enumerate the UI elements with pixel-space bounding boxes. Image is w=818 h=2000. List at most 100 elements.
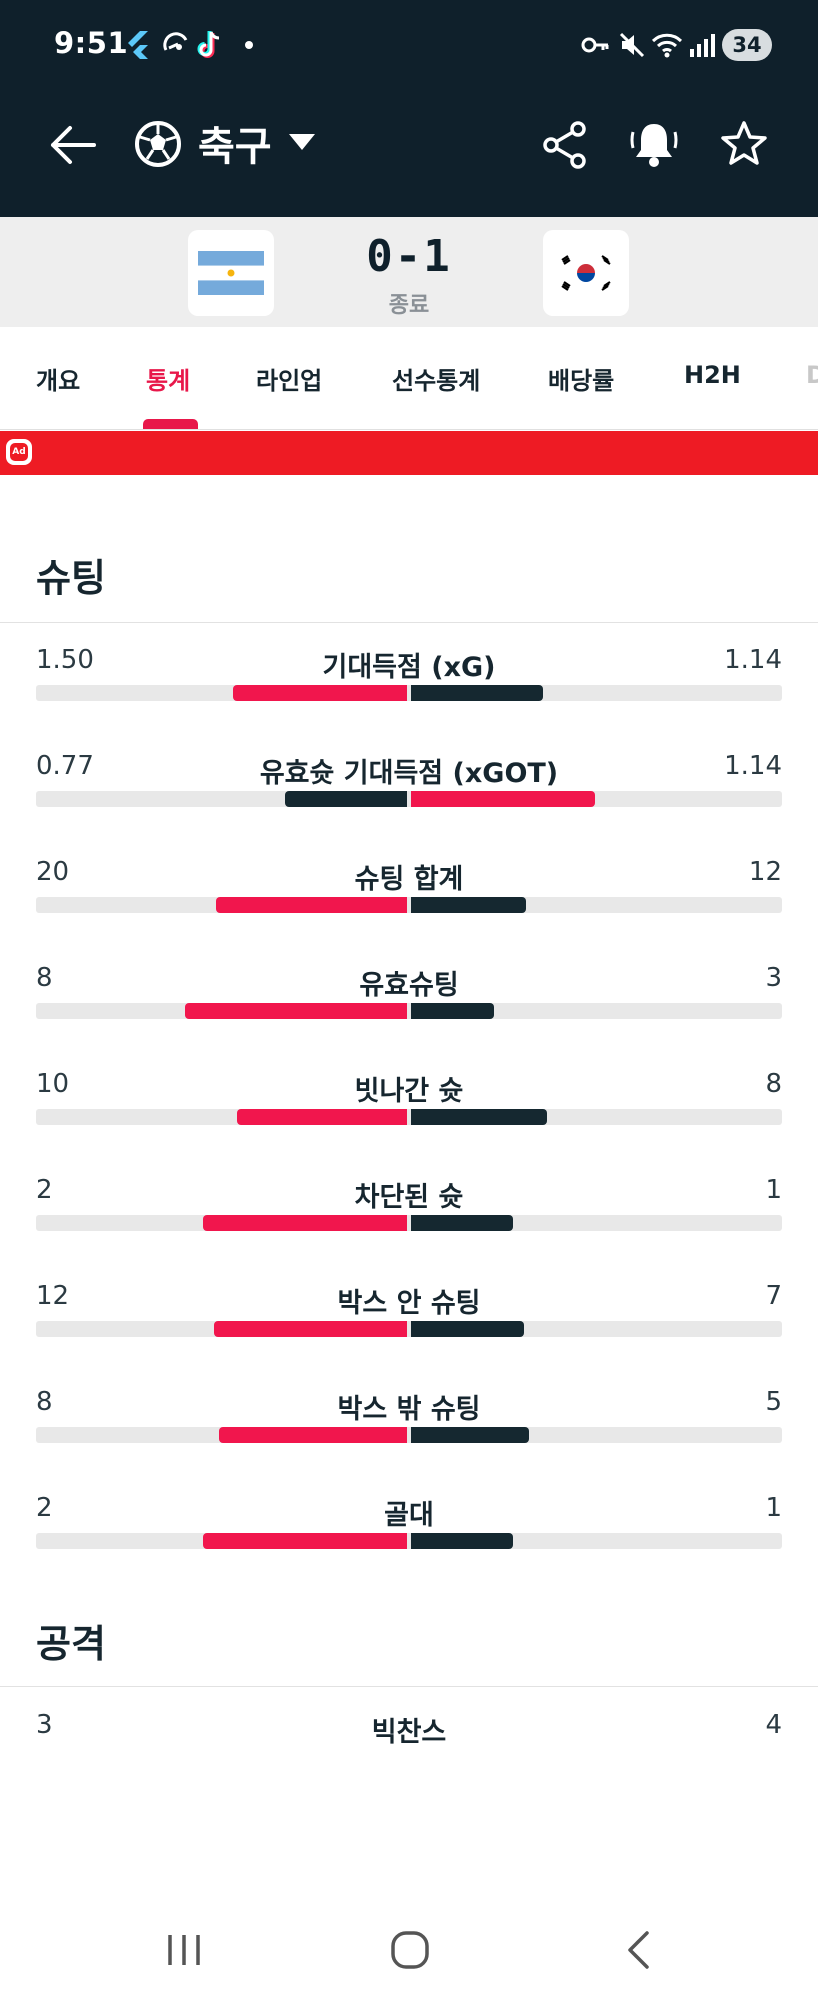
stat-label: 슈팅 합계 bbox=[354, 864, 464, 895]
back-nav-icon[interactable] bbox=[616, 1928, 660, 1972]
stat-row: 8 유효슈팅 3 bbox=[36, 963, 782, 1069]
stat-label: 유효슈팅 bbox=[359, 970, 459, 1001]
recent-apps-icon[interactable] bbox=[162, 1928, 206, 1972]
stat-row-big-chances: 3 빅찬스 4 bbox=[36, 1710, 782, 1816]
speed-app-icon bbox=[162, 28, 192, 62]
stat-away-value: 8 bbox=[765, 1069, 782, 1099]
stat-bar-home bbox=[214, 1321, 407, 1337]
system-nav-bar bbox=[0, 1900, 818, 2000]
away-team-flag[interactable] bbox=[543, 230, 629, 316]
stat-label: 박스 밖 슈팅 bbox=[337, 1394, 481, 1425]
mute-icon bbox=[618, 28, 646, 62]
stat-bar-track bbox=[36, 685, 782, 701]
stat-row: 2 골대 1 bbox=[36, 1493, 782, 1599]
tab-h2h[interactable]: H2H bbox=[684, 361, 741, 389]
stat-bar-away bbox=[411, 1533, 513, 1549]
stat-away-value: 7 bbox=[765, 1281, 782, 1311]
stat-row: 2 차단된 슛1 bbox=[36, 1175, 782, 1281]
match-score: 0-1 bbox=[366, 231, 452, 282]
ad-banner[interactable]: Ad bbox=[0, 431, 818, 475]
ad-badge-icon: Ad bbox=[6, 439, 32, 465]
wifi-icon bbox=[650, 28, 684, 62]
stat-bar-track bbox=[36, 1427, 782, 1443]
match-status: 종료 bbox=[388, 293, 430, 318]
stat-away-value: 3 bbox=[765, 963, 782, 993]
stat-label: 박스 안 슈팅 bbox=[337, 1288, 481, 1319]
stat-away-value: 12 bbox=[748, 857, 782, 887]
stat-bar-away bbox=[411, 1321, 524, 1337]
stat-bar-home bbox=[216, 897, 407, 913]
stat-bar-track bbox=[36, 1109, 782, 1125]
stat-row: 0.77 유효슛 기대득점 (xGOT) 1.14 bbox=[36, 751, 782, 857]
tiktok-icon bbox=[196, 28, 224, 62]
stat-bar-track bbox=[36, 897, 782, 913]
notification-dot-icon bbox=[244, 28, 254, 62]
stat-bar-track bbox=[36, 1003, 782, 1019]
battery-level: 34 bbox=[722, 29, 772, 61]
stat-bar-home bbox=[237, 1109, 407, 1125]
key-icon bbox=[580, 28, 610, 62]
tab-player-stats[interactable]: 선수통계 bbox=[392, 361, 480, 396]
stat-bar-away bbox=[411, 1003, 494, 1019]
stat-away-value: 5 bbox=[765, 1387, 782, 1417]
stat-away-value: 4 bbox=[765, 1710, 782, 1740]
stat-away-value: 1.14 bbox=[724, 751, 782, 781]
stat-bar-home bbox=[233, 685, 407, 701]
stat-bar-home bbox=[185, 1003, 407, 1019]
stat-bar-home bbox=[203, 1533, 407, 1549]
section-divider bbox=[0, 622, 818, 623]
favorite-star-icon[interactable] bbox=[718, 118, 770, 170]
home-icon[interactable] bbox=[388, 1928, 432, 1972]
tab-stats[interactable]: 통계 bbox=[146, 361, 190, 396]
section-title-shooting: 슈팅 bbox=[36, 556, 106, 600]
stat-bar-home bbox=[219, 1427, 407, 1443]
argentina-flag-icon bbox=[198, 251, 264, 295]
status-bar: 9:51 34 bbox=[0, 0, 818, 90]
match-score-header: 0-1 종료 bbox=[0, 217, 818, 327]
stat-label: 골대 bbox=[384, 1500, 434, 1531]
tab-more[interactable]: D bbox=[806, 361, 818, 389]
stat-row: 12 박스 안 슈팅 7 bbox=[36, 1281, 782, 1387]
tab-bar: 개요 통계 라인업 선수통계 배당률 H2H D bbox=[0, 327, 818, 430]
stat-bar-away bbox=[411, 791, 595, 807]
stat-away-value: 1 bbox=[765, 1175, 782, 1205]
south-korea-flag-icon bbox=[556, 252, 616, 294]
stat-row: 8 박스 밖 슈팅 5 bbox=[36, 1387, 782, 1493]
stat-row: 20 슈팅 합계 12 bbox=[36, 857, 782, 963]
tab-odds[interactable]: 배당률 bbox=[548, 361, 614, 396]
stat-bar-away bbox=[411, 685, 543, 701]
flutter-icon bbox=[126, 28, 152, 62]
stat-label: 유효슛 기대득점 (xGOT) bbox=[259, 758, 559, 789]
stat-label: 기대득점 (xG) bbox=[322, 652, 496, 683]
signal-icon bbox=[688, 28, 716, 62]
stat-bar-home bbox=[285, 791, 407, 807]
stat-bar-away bbox=[411, 1109, 547, 1125]
soccer-ball-icon[interactable] bbox=[132, 118, 184, 170]
app-bar: 축구 bbox=[0, 100, 818, 190]
section-divider bbox=[0, 1686, 818, 1687]
stat-bar-away bbox=[411, 1215, 513, 1231]
tab-overview[interactable]: 개요 bbox=[36, 361, 80, 396]
stat-label: 빅찬스 bbox=[371, 1717, 447, 1748]
dropdown-caret-icon[interactable] bbox=[286, 130, 318, 154]
tab-lineup[interactable]: 라인업 bbox=[256, 361, 322, 396]
stat-bar-track bbox=[36, 1215, 782, 1231]
home-team-flag[interactable] bbox=[188, 230, 274, 316]
stat-row: 1.50 기대득점 (xG) 1.14 bbox=[36, 645, 782, 751]
section-title-attack: 공격 bbox=[36, 1622, 106, 1666]
stat-bar-away bbox=[411, 1427, 529, 1443]
stat-bar-home bbox=[203, 1215, 407, 1231]
back-arrow-icon[interactable] bbox=[46, 122, 98, 168]
top-header: 9:51 34 축구 bbox=[0, 0, 818, 217]
stat-bar-track bbox=[36, 791, 782, 807]
notification-bell-icon[interactable] bbox=[628, 118, 680, 170]
status-time: 9:51 bbox=[54, 26, 129, 60]
sport-title[interactable]: 축구 bbox=[198, 114, 272, 172]
stat-row: 10 빗나간 슛8 bbox=[36, 1069, 782, 1175]
stat-away-value: 1.14 bbox=[724, 645, 782, 675]
stat-label: 차단된 슛 bbox=[354, 1182, 464, 1213]
stat-label: 빗나간 슛 bbox=[354, 1076, 464, 1107]
share-icon[interactable] bbox=[540, 120, 590, 170]
stat-away-value: 1 bbox=[765, 1493, 782, 1523]
active-tab-indicator bbox=[143, 419, 198, 429]
